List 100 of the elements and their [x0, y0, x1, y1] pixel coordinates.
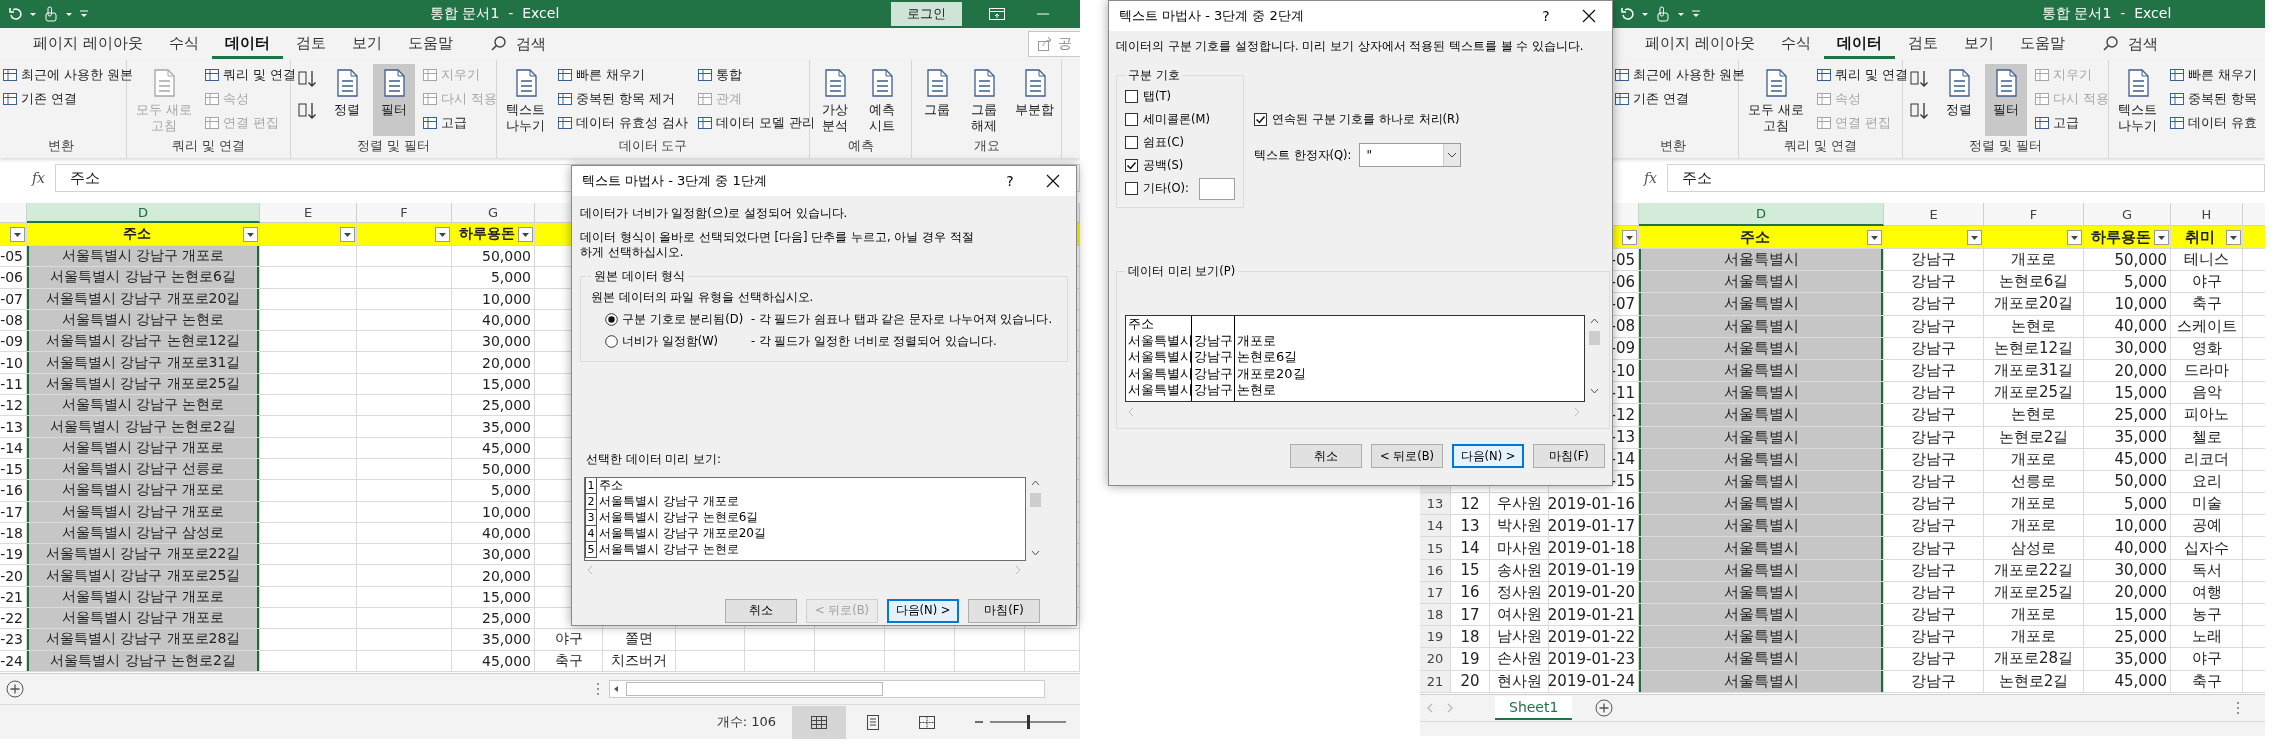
filter-button[interactable] — [2226, 229, 2241, 245]
checkbox-option[interactable]: 세미콜론(M) — [1125, 108, 1235, 131]
ribbon-button[interactable]: 부분합 — [1010, 64, 1059, 136]
dialog-button[interactable]: 취소 — [725, 598, 797, 623]
dialog-button[interactable]: 취소 — [1290, 444, 1362, 468]
column-header[interactable]: E — [1884, 203, 1984, 226]
column-header[interactable]: G — [452, 203, 535, 223]
ribbon-button[interactable]: 필터 — [1985, 64, 2027, 136]
ribbon-display-icon[interactable] — [988, 6, 1006, 22]
checkbox[interactable] — [1125, 90, 1138, 103]
filter-button[interactable] — [435, 226, 450, 242]
hand-icon[interactable] — [1654, 5, 1672, 23]
add-sheet-icon[interactable] — [5, 679, 25, 699]
horizontal-scrollbar[interactable] — [609, 680, 1045, 698]
checkbox[interactable] — [1125, 113, 1138, 126]
ribbon-button[interactable]: 데이터 유효성 검사 — [555, 112, 690, 134]
radio-button[interactable] — [605, 313, 618, 327]
radio-button[interactable] — [605, 335, 618, 349]
add-sheet-icon[interactable] — [1594, 698, 1615, 718]
ribbon-tab[interactable]: 도움말 — [2006, 29, 2078, 59]
hand-icon[interactable] — [42, 5, 60, 23]
checkbox-option[interactable]: 연속된 구분 기호를 하나로 처리(R) — [1253, 108, 1462, 131]
checkbox[interactable] — [1253, 113, 1267, 126]
filter-button[interactable] — [340, 226, 355, 242]
ribbon-button[interactable]: 쿼리 및 연결 — [202, 64, 298, 86]
ribbon-tab[interactable]: 페이지 레이아웃 — [1632, 29, 1768, 59]
checkbox[interactable] — [1125, 182, 1138, 195]
radio-option[interactable]: 구분 기호로 분리됨(D) — [591, 312, 751, 328]
ribbon-button[interactable]: 정렬 — [326, 64, 368, 136]
ribbon-button[interactable]: 그룹 — [916, 64, 958, 136]
filter-button[interactable] — [1622, 229, 1637, 245]
column-header[interactable]: G — [2084, 203, 2171, 226]
ribbon-tab[interactable]: 수식 — [1767, 29, 1824, 59]
function-button[interactable]: fx — [1612, 170, 1667, 186]
ribbon-button[interactable]: 쿼리 및 연결 — [1814, 64, 1910, 86]
ribbon-button[interactable]: 고급 — [2032, 112, 2111, 134]
ribbon-tab[interactable]: 검토 — [1894, 29, 1951, 59]
ribbon-tab[interactable]: 보기 — [1950, 29, 2007, 59]
search-button[interactable]: 검색 — [2095, 33, 2164, 55]
help-button[interactable]: ? — [990, 173, 1030, 189]
ribbon-button[interactable]: 예측 시트 — [861, 64, 903, 136]
undo-icon[interactable] — [6, 5, 24, 23]
close-icon[interactable] — [1046, 174, 1060, 188]
splitter-icon[interactable] — [595, 681, 601, 697]
checkbox-option[interactable]: 쉼표(C) — [1125, 131, 1235, 154]
sheet-tab[interactable]: Sheet1 — [1495, 696, 1573, 720]
ribbon-button[interactable]: 텍스트 나누기 — [501, 64, 550, 136]
column-header[interactable]: H — [2171, 203, 2243, 226]
checkbox-option[interactable]: 기타(O): — [1125, 177, 1189, 200]
other-delimiter-field[interactable] — [1198, 177, 1235, 200]
dialog-button[interactable]: 마침(F) — [968, 598, 1040, 623]
column-header[interactable]: F — [357, 203, 452, 223]
ribbon-button[interactable]: 빠른 채우기 — [555, 64, 690, 86]
help-button[interactable]: ? — [1526, 8, 1566, 24]
ribbon-button[interactable]: 필터 — [373, 64, 415, 136]
ribbon-button[interactable]: 가상 분석 — [814, 64, 856, 136]
filter-button[interactable] — [518, 226, 533, 242]
ribbon-button[interactable]: 통합 — [694, 64, 817, 86]
column-header[interactable]: F — [1984, 203, 2084, 226]
close-icon[interactable] — [1582, 9, 1596, 23]
ribbon-button[interactable]: 모두 새로 고침 — [1743, 64, 1809, 136]
radio-option[interactable]: 너비가 일정함(W) — [591, 334, 751, 350]
ribbon-button[interactable]: 빠른 채우기 — [2167, 64, 2259, 86]
formula-field[interactable]: 주소 — [1667, 164, 2265, 192]
ribbon-button[interactable]: 그룹 해제 — [963, 64, 1005, 136]
ribbon-tab[interactable]: 검토 — [282, 29, 339, 59]
ribbon-button[interactable]: 중복된 항목 제거 — [555, 88, 690, 110]
grid-icon[interactable] — [792, 705, 846, 739]
ribbon-button[interactable]: 텍스트 나누기 — [2113, 64, 2162, 136]
ribbon-tab[interactable]: 페이지 레이아웃 — [20, 29, 156, 59]
undo-icon[interactable] — [1618, 5, 1636, 23]
splitter-icon[interactable] — [2235, 700, 2241, 716]
filter-button[interactable] — [1867, 229, 1882, 245]
ribbon-button[interactable]: 데이터 모델 관리 — [694, 112, 817, 134]
ribbon-tab[interactable]: 보기 — [338, 29, 395, 59]
ribbon-button[interactable]: 데이터 유효 — [2167, 112, 2259, 134]
ribbon-tab[interactable]: 수식 — [155, 29, 212, 59]
login-button[interactable]: 로그인 — [891, 2, 962, 26]
column-header[interactable]: D — [27, 203, 260, 223]
dialog-button[interactable]: 다음(N) > — [887, 598, 959, 623]
ribbon-tab[interactable]: 도움말 — [394, 29, 466, 59]
checkbox[interactable] — [1125, 159, 1138, 172]
search-button[interactable]: 검색 — [483, 33, 552, 55]
dialog-button[interactable]: 다음(N) > — [1452, 444, 1524, 468]
ribbon-button[interactable]: 중복된 항목 — [2167, 88, 2259, 110]
column-header[interactable]: E — [260, 203, 357, 223]
function-button[interactable]: fx — [0, 170, 55, 186]
dialog-button[interactable]: < 뒤로(B) — [1371, 444, 1443, 468]
filter-button[interactable] — [2154, 229, 2169, 245]
filter-button[interactable] — [243, 226, 258, 242]
filter-button[interactable] — [10, 226, 25, 242]
ribbon-button[interactable]: 정렬 — [1938, 64, 1980, 136]
ribbon-button[interactable]: 고급 — [420, 112, 499, 134]
checkbox-option[interactable]: 탭(T) — [1125, 85, 1235, 108]
column-header[interactable]: D — [1639, 203, 1884, 226]
filter-button[interactable] — [2067, 229, 2082, 245]
dialog-button[interactable]: 마침(F) — [1533, 444, 1605, 468]
filter-button[interactable] — [1967, 229, 1982, 245]
checkbox-option[interactable]: 공백(S) — [1125, 154, 1235, 177]
checkbox[interactable] — [1125, 136, 1138, 149]
